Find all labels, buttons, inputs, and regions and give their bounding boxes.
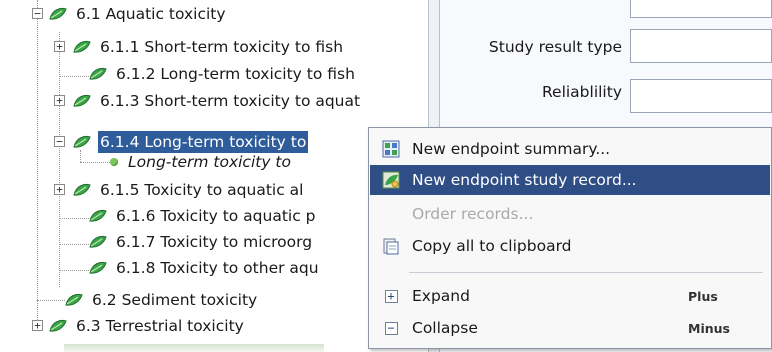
tree-item-label: 6.1.8 Toxicity to other aqu xyxy=(116,259,319,277)
tree-item-label: 6.1 Aquatic toxicity xyxy=(76,5,226,23)
tree-item-label: 6.1.1 Short-term toxicity to fish xyxy=(100,38,344,56)
menu-item-copy-all-to-clipboard[interactable]: Copy all to clipboard xyxy=(370,231,770,261)
tree-item-6-1-3[interactable]: 6.1.3 Short-term toxicity to aquat xyxy=(72,88,362,114)
collapse-icon: − xyxy=(382,319,400,337)
menu-item-order-records[interactable]: Order records... xyxy=(370,199,770,229)
leaf-icon xyxy=(73,183,91,196)
menu-item-new-endpoint-summary[interactable]: New endpoint summary... xyxy=(370,134,770,164)
menu-item-collapse[interactable]: − Collapse Minus xyxy=(370,313,770,343)
tree-connector xyxy=(37,300,65,301)
expand-toggle[interactable]: + xyxy=(54,184,65,195)
menu-shortcut: Plus xyxy=(688,288,718,304)
tree-item-6-1-6[interactable]: 6.1.6 Toxicity to aquatic p xyxy=(88,203,318,229)
tree-connector xyxy=(59,32,60,287)
leaf-icon xyxy=(65,293,83,306)
menu-item-new-endpoint-study-record[interactable]: New endpoint study record... xyxy=(370,165,770,195)
form-field-top[interactable] xyxy=(630,0,772,18)
leaf-icon xyxy=(89,67,107,80)
leaf-icon xyxy=(73,40,91,53)
tree-item-label: 6.1.5 Toxicity to aquatic al xyxy=(100,181,304,199)
cut-off-tree-row xyxy=(64,344,324,352)
tree-connector xyxy=(59,218,89,219)
tree-item-6-1-5[interactable]: 6.1.5 Toxicity to aquatic al xyxy=(72,177,305,203)
context-menu: New endpoint summary... New endpoint stu… xyxy=(368,127,772,349)
tree-item-study-record[interactable]: Long-term toxicity to xyxy=(108,149,293,175)
menu-item-label: New endpoint summary... xyxy=(412,140,611,158)
expand-toggle[interactable]: + xyxy=(32,320,43,331)
tree-item-6-1-1[interactable]: 6.1.1 Short-term toxicity to fish xyxy=(72,34,345,60)
tree-item-sediment-toxicity[interactable]: 6.2 Sediment toxicity xyxy=(64,287,259,313)
menu-item-label: New endpoint study record... xyxy=(412,171,637,189)
leaf-icon xyxy=(89,235,107,248)
tree-item-6-1-8[interactable]: 6.1.8 Toxicity to other aqu xyxy=(88,255,321,281)
tree-item-label: 6.1.2 Long-term toxicity to fish xyxy=(116,65,355,83)
tree-item-label: 6.1.7 Toxicity to microorg xyxy=(116,233,313,251)
menu-item-label: Order records... xyxy=(412,205,534,223)
tree-connector xyxy=(80,162,110,163)
tree-item-label: 6.2 Sediment toxicity xyxy=(92,291,258,309)
tree-connector xyxy=(59,244,89,245)
menu-item-expand[interactable]: + Expand Plus xyxy=(370,281,770,311)
leaf-icon xyxy=(89,209,107,222)
expand-toggle[interactable]: + xyxy=(54,41,65,52)
collapse-toggle[interactable]: − xyxy=(54,136,65,147)
expand-icon: + xyxy=(382,287,400,305)
collapse-toggle[interactable]: − xyxy=(32,8,43,19)
study-result-type-label: Study result type xyxy=(488,38,622,56)
leaf-icon xyxy=(49,319,67,332)
menu-separator xyxy=(409,272,763,273)
menu-item-label: Expand xyxy=(412,287,470,305)
tree-item-label: Long-term toxicity to xyxy=(128,153,291,171)
tree-connector xyxy=(37,0,38,320)
record-bullet-icon xyxy=(110,158,118,166)
tree-item-terrestrial-toxicity[interactable]: 6.3 Terrestrial toxicity xyxy=(48,313,246,339)
endpoint-summary-icon xyxy=(382,140,400,158)
tree-item-label: 6.3 Terrestrial toxicity xyxy=(76,317,244,335)
expand-toggle[interactable]: + xyxy=(54,95,65,106)
tree-item-aquatic-toxicity[interactable]: 6.1 Aquatic toxicity xyxy=(48,1,228,27)
tree-connector xyxy=(59,76,89,77)
open-folder-leaf-icon xyxy=(73,135,91,148)
tree-item-6-1-7[interactable]: 6.1.7 Toxicity to microorg xyxy=(88,229,314,255)
menu-shortcut: Minus xyxy=(688,320,730,336)
study-result-type-field[interactable] xyxy=(630,29,772,63)
tree-item-label: 6.1.6 Toxicity to aquatic p xyxy=(116,207,316,225)
endpoint-study-record-icon xyxy=(382,171,400,189)
tree-item-label: 6.1.3 Short-term toxicity to aquat xyxy=(100,92,361,110)
reliability-label: Reliablility xyxy=(541,83,622,101)
menu-item-label: Collapse xyxy=(412,319,478,337)
menu-item-label: Copy all to clipboard xyxy=(412,237,572,255)
tree-connector xyxy=(59,270,89,271)
clipboard-icon xyxy=(383,238,399,255)
leaf-icon xyxy=(73,94,91,107)
leaf-icon xyxy=(89,261,107,274)
reliability-field[interactable] xyxy=(630,79,772,113)
tree-item-6-1-2[interactable]: 6.1.2 Long-term toxicity to fish xyxy=(88,61,357,87)
open-folder-leaf-icon xyxy=(49,7,67,20)
